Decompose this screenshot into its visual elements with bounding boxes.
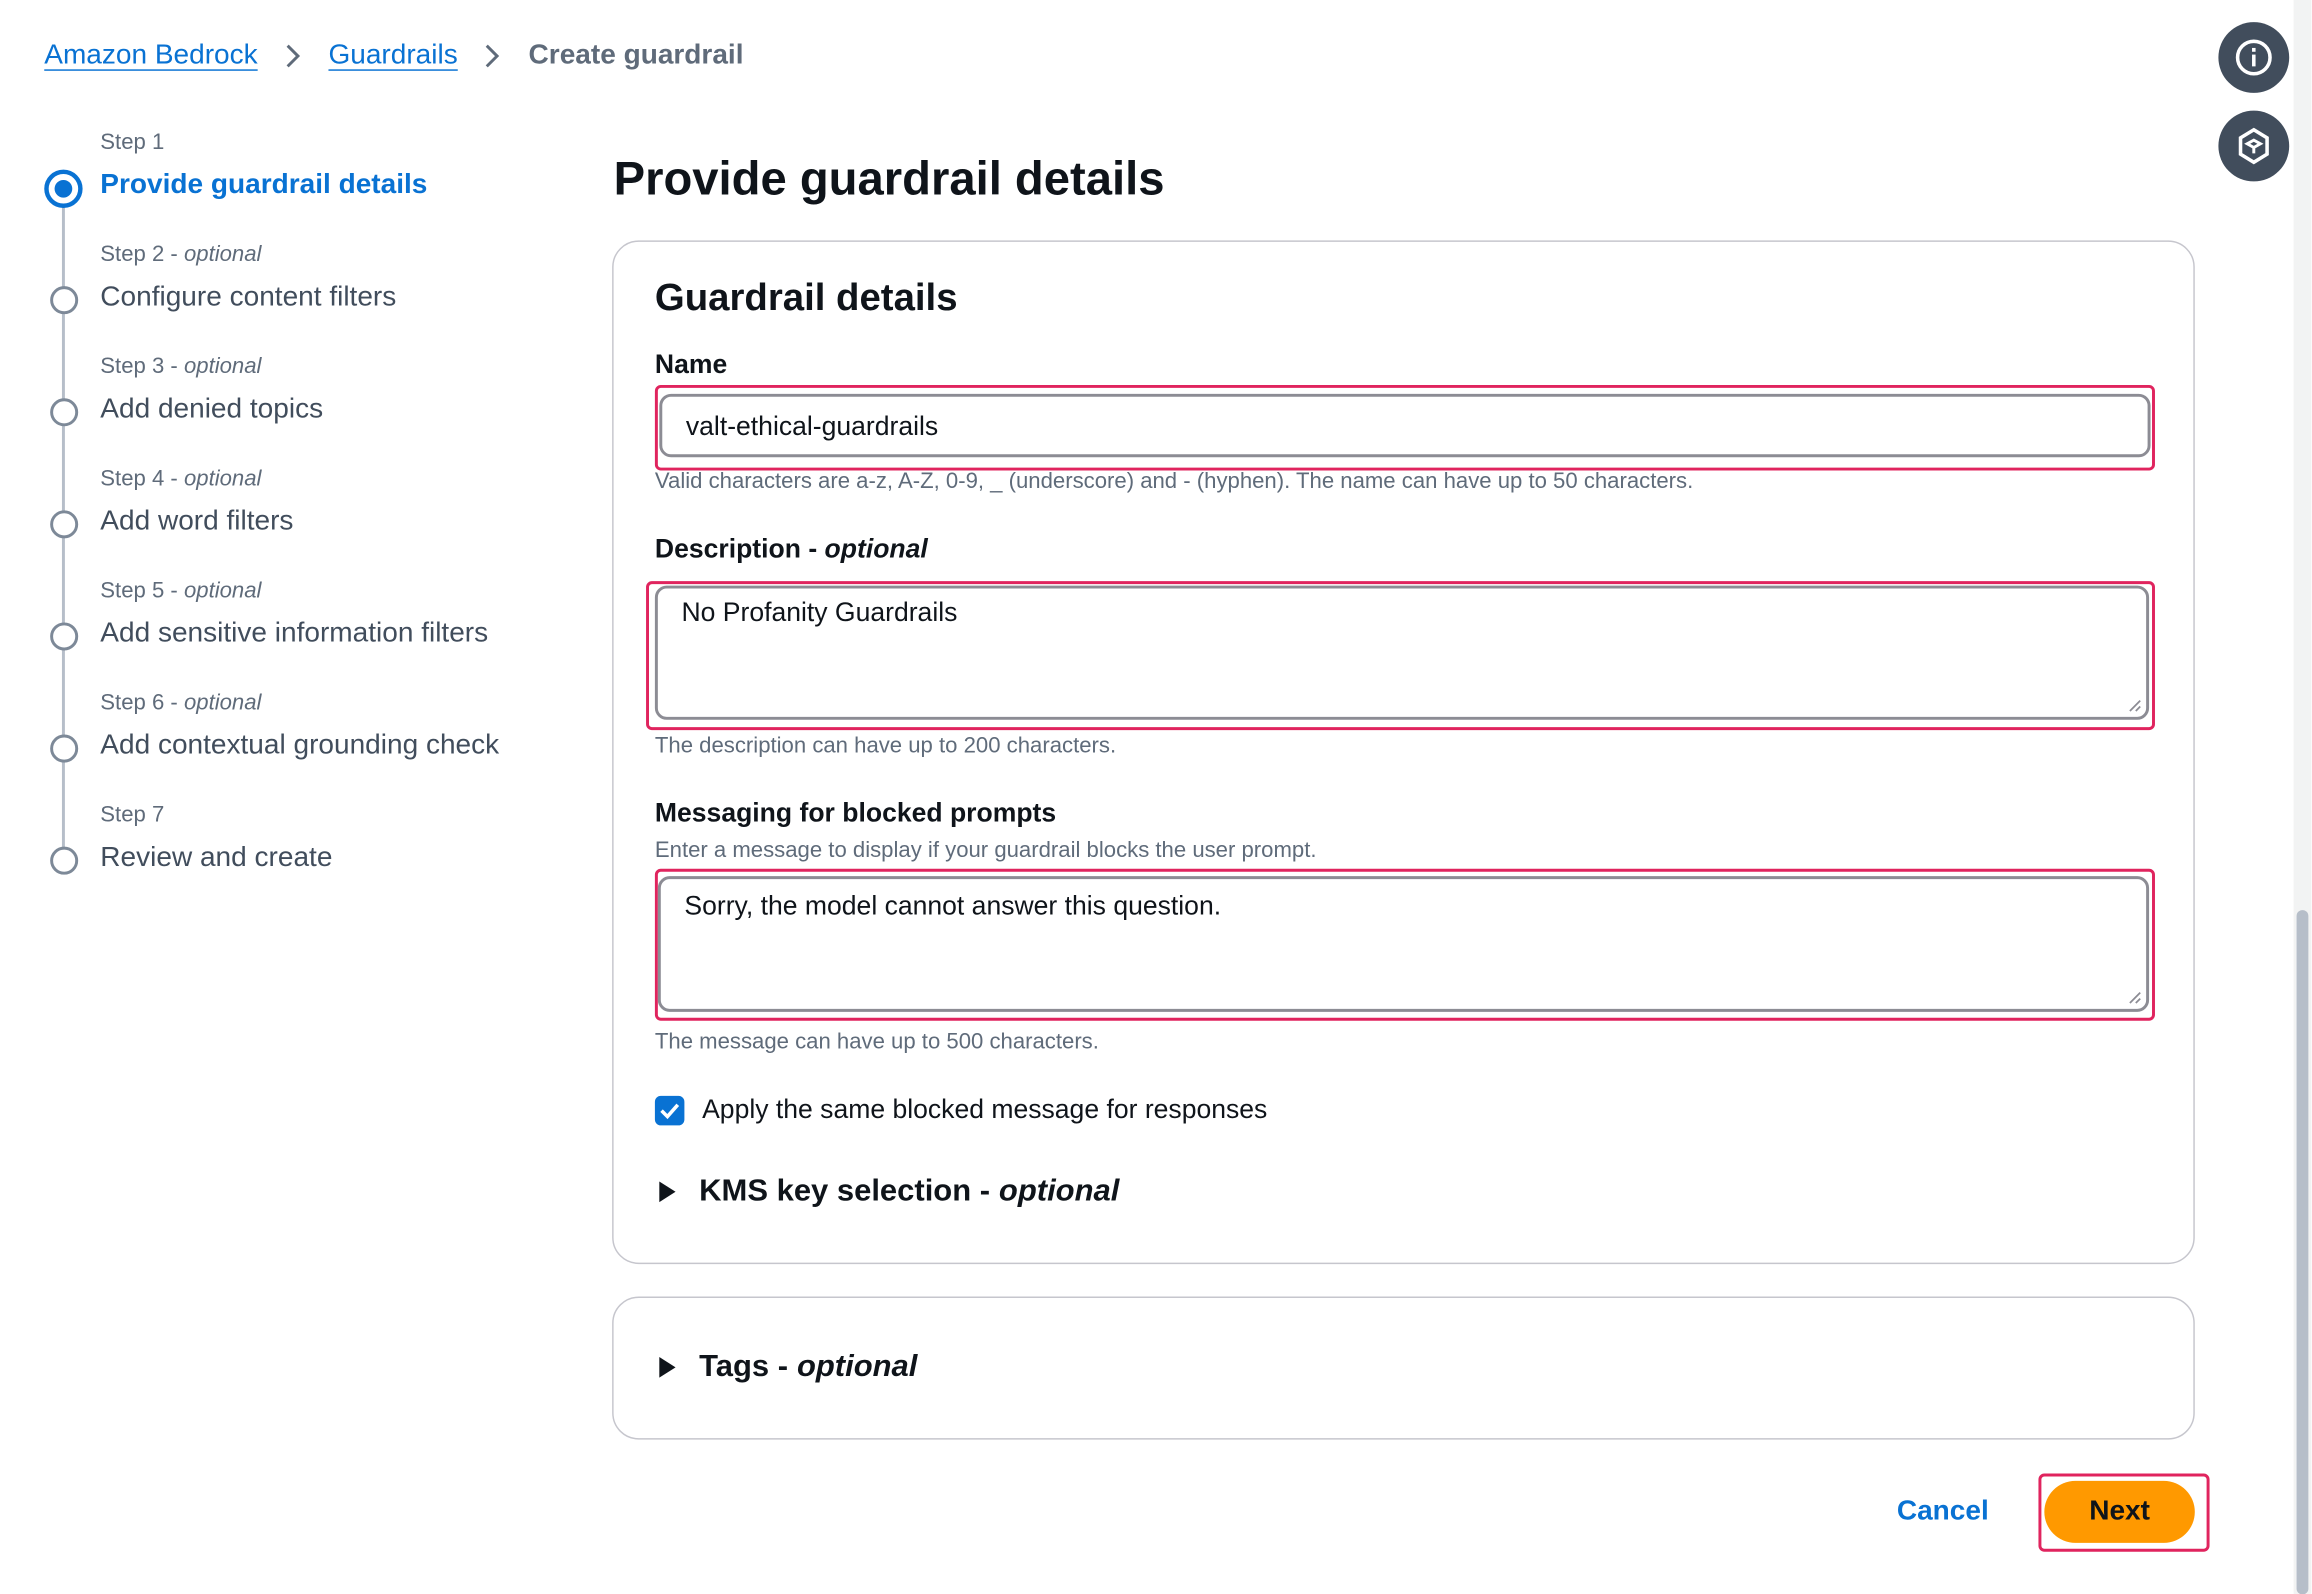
step-4-indicator <box>50 510 79 539</box>
step-2-indicator <box>50 286 79 315</box>
name-value: valt-ethical-guardrails <box>685 411 939 442</box>
name-label: Name <box>654 349 728 380</box>
step-2-number: Step 2 - optional <box>100 241 262 267</box>
caret-right-icon <box>659 1181 676 1203</box>
breadcrumb-guardrails[interactable]: Guardrails <box>328 40 457 72</box>
blocked-messaging-value: Sorry, the model cannot answer this ques… <box>684 890 1222 921</box>
description-textarea[interactable]: No Profanity Guardrails <box>654 585 2150 720</box>
same-message-checkbox-row[interactable]: Apply the same blocked message for respo… <box>654 1094 1268 1125</box>
step-5-title[interactable]: Add sensitive information filters <box>100 618 488 650</box>
cancel-button[interactable]: Cancel <box>1897 1496 1989 1528</box>
page-title: Provide guardrail details <box>613 151 1165 206</box>
resize-handle-icon[interactable] <box>2127 698 2142 713</box>
breadcrumb: Amazon Bedrock Guardrails Create guardra… <box>44 40 743 72</box>
step-5-number: Step 5 - optional <box>100 578 262 604</box>
blocked-messaging-label: Messaging for blocked prompts <box>654 797 1057 828</box>
step-7-indicator <box>50 846 79 875</box>
breadcrumb-current: Create guardrail <box>528 39 744 71</box>
next-button[interactable]: Next <box>2044 1480 2195 1543</box>
name-input[interactable]: valt-ethical-guardrails <box>659 393 2151 458</box>
same-message-label: Apply the same blocked message for respo… <box>702 1094 1268 1124</box>
step-7-title[interactable]: Review and create <box>100 842 332 874</box>
chevron-right-icon <box>486 44 500 68</box>
step-6-indicator <box>50 734 79 763</box>
description-value: No Profanity Guardrails <box>681 597 958 627</box>
step-6-title[interactable]: Add contextual grounding check <box>100 730 499 762</box>
breadcrumb-amazon-bedrock[interactable]: Amazon Bedrock <box>44 40 257 72</box>
checkmark-icon <box>660 1102 680 1119</box>
security-button[interactable] <box>2218 110 2290 182</box>
step-3-title[interactable]: Add denied topics <box>100 394 323 426</box>
same-message-checkbox[interactable] <box>654 1095 685 1125</box>
step-3-indicator <box>50 398 79 427</box>
blocked-messaging-hint: The message can have up to 500 character… <box>654 1029 1099 1055</box>
step-3-number: Step 3 - optional <box>100 354 262 380</box>
step-6-number: Step 6 - optional <box>100 690 262 716</box>
kms-key-label: KMS key selection - <box>699 1174 991 1209</box>
kms-key-optional: optional <box>998 1174 1120 1209</box>
info-icon <box>2235 39 2272 76</box>
step-4-title[interactable]: Add word filters <box>100 506 293 538</box>
blocked-messaging-sub: Enter a message to display if your guard… <box>654 837 1317 863</box>
info-button[interactable] <box>2218 22 2290 93</box>
tags-expander[interactable]: Tags - optional <box>659 1350 917 1385</box>
step-1-number: Step 1 <box>100 129 165 155</box>
step-4-number: Step 4 - optional <box>100 466 262 492</box>
description-hint: The description can have up to 200 chara… <box>654 733 1117 759</box>
chevron-right-icon <box>286 44 300 68</box>
description-label: Description - optional <box>654 533 928 564</box>
resize-handle-icon[interactable] <box>2127 990 2142 1005</box>
tags-label: Tags - <box>699 1349 789 1384</box>
shield-hexagon-icon <box>2238 127 2269 165</box>
step-1-indicator <box>44 169 83 208</box>
blocked-messaging-textarea[interactable]: Sorry, the model cannot answer this ques… <box>657 876 2150 1012</box>
step-5-indicator <box>50 622 79 651</box>
step-1-title[interactable]: Provide guardrail details <box>100 170 427 202</box>
step-7-number: Step 7 <box>100 802 165 828</box>
guardrail-details-title: Guardrail details <box>654 274 958 319</box>
caret-right-icon <box>659 1357 676 1378</box>
step-2-title[interactable]: Configure content filters <box>100 282 396 314</box>
scrollbar-thumb[interactable] <box>2296 910 2309 1594</box>
tags-optional: optional <box>796 1349 918 1384</box>
name-hint: Valid characters are a-z, A-Z, 0-9, _ (u… <box>654 469 1694 495</box>
kms-key-expander[interactable]: KMS key selection - optional <box>659 1174 1119 1209</box>
